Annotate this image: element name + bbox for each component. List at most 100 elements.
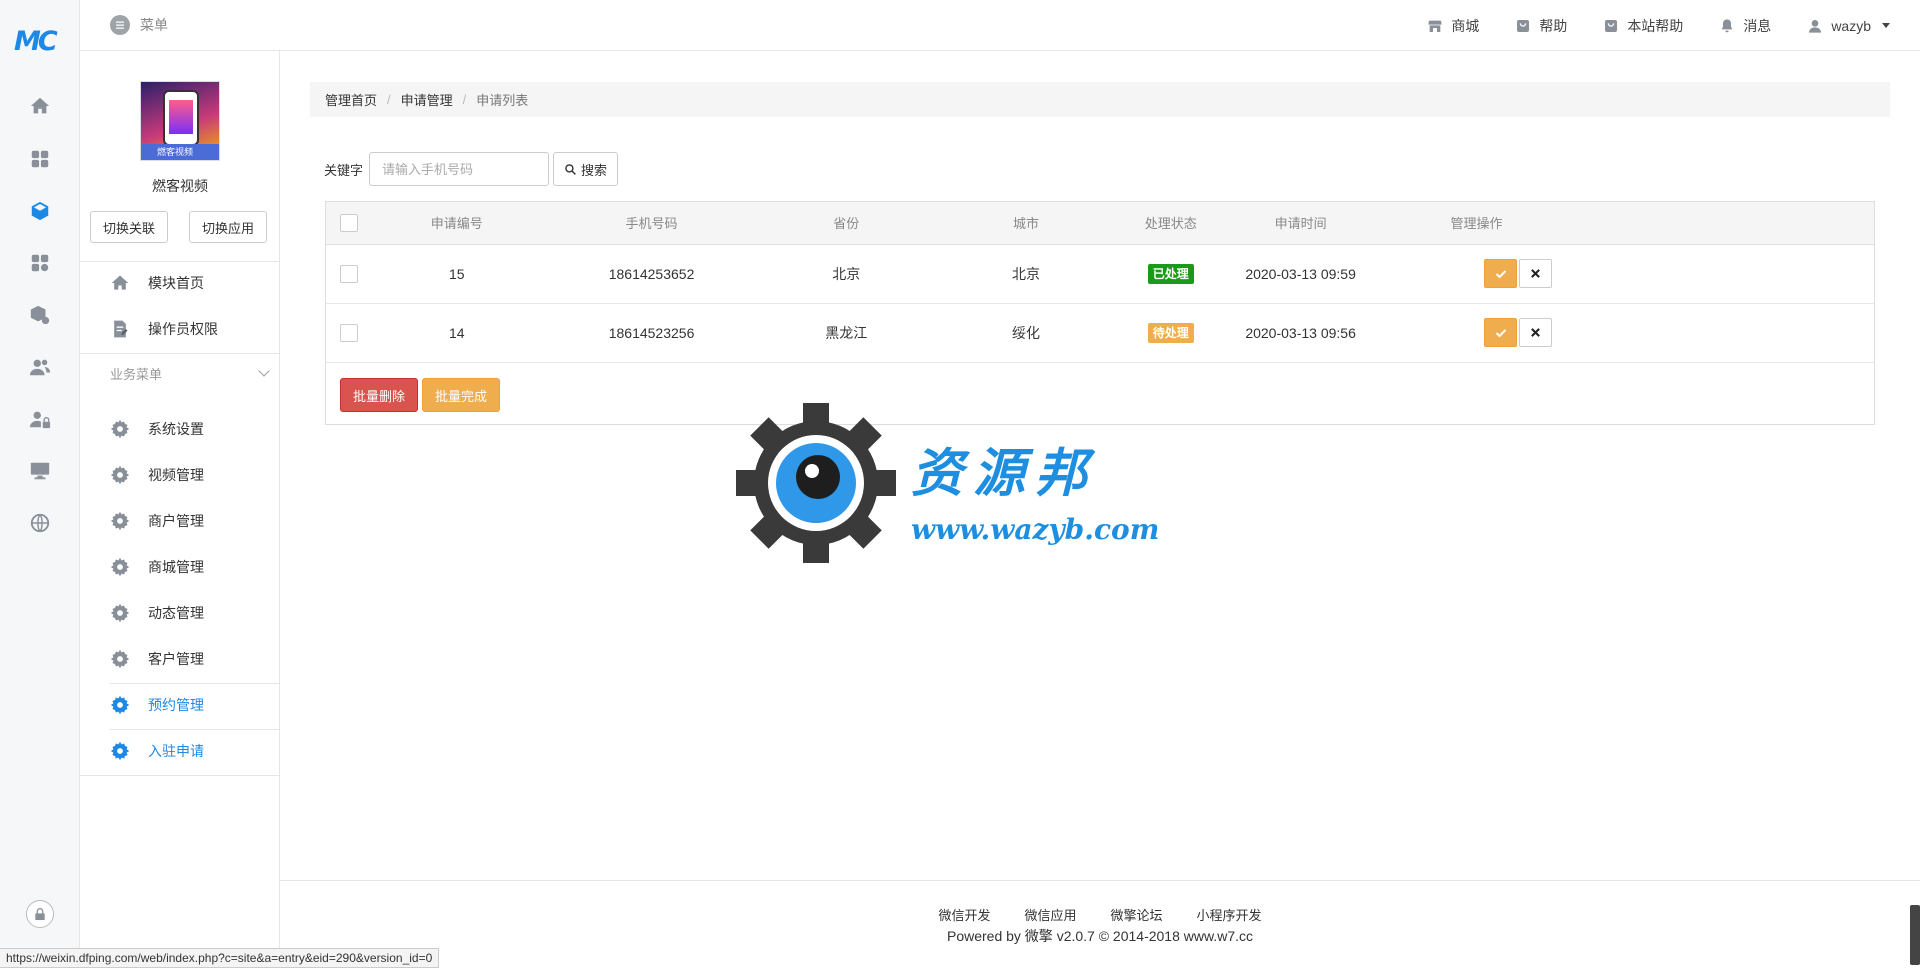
divider bbox=[80, 353, 280, 354]
table-row: 14 18614523256 黑龙江 绥化 待处理 2020-03-13 09:… bbox=[326, 303, 1874, 363]
phone-search-input[interactable] bbox=[369, 152, 550, 186]
footer-link-wechat-apps[interactable]: 微信应用 bbox=[1024, 905, 1076, 924]
watermark-url: www.wazyb.com bbox=[911, 513, 1160, 546]
approve-button[interactable] bbox=[1484, 259, 1518, 288]
sidebar-item-label: 入驻申请 bbox=[148, 743, 204, 759]
province: 黑龙江 bbox=[761, 303, 932, 363]
gear-icon bbox=[110, 649, 130, 669]
avatar-caption: 燃客视频 bbox=[141, 144, 219, 160]
column-header: 管理操作 bbox=[1380, 202, 1874, 245]
select-all-checkbox[interactable] bbox=[339, 213, 358, 232]
sidebar-item-label: 客户管理 bbox=[148, 651, 204, 667]
watermark-text: 资源邦 bbox=[911, 443, 1098, 504]
user-lock-icon[interactable] bbox=[22, 401, 58, 437]
delete-button[interactable] bbox=[1519, 259, 1553, 288]
sidebar-item-operator-permissions[interactable]: 操作员权限 bbox=[110, 307, 280, 351]
nav-store[interactable]: 商城 bbox=[1427, 16, 1479, 36]
footer-link-miniprogram[interactable]: 小程序开发 bbox=[1197, 905, 1262, 924]
approve-button[interactable] bbox=[1484, 318, 1518, 347]
gear-icon bbox=[110, 557, 130, 577]
switch-link-button[interactable]: 切换关联 bbox=[90, 211, 169, 243]
store-icon bbox=[1428, 20, 1442, 32]
bulk-delete-button[interactable]: 批量删除 bbox=[340, 378, 419, 412]
monitor-icon[interactable] bbox=[22, 453, 58, 489]
nav-help-label: 帮助 bbox=[1539, 17, 1568, 34]
chevron-down-icon bbox=[258, 365, 270, 377]
apps-gear-icon[interactable] bbox=[22, 245, 58, 281]
sidebar-item-booking-management[interactable]: 预约管理 bbox=[110, 683, 280, 727]
nav-messages-label: 消息 bbox=[1743, 17, 1772, 34]
search-button[interactable]: 搜索 bbox=[553, 152, 619, 186]
check-icon bbox=[1495, 328, 1507, 337]
status-badge: 已处理 bbox=[1147, 263, 1194, 284]
cube-icon[interactable] bbox=[22, 193, 58, 229]
user-menu[interactable]: wazyb bbox=[1807, 18, 1890, 34]
phone-number: 18614523256 bbox=[541, 303, 762, 363]
nav-messages[interactable]: 消息 bbox=[1719, 16, 1771, 36]
footer-link-forum[interactable]: 微擎论坛 bbox=[1111, 905, 1163, 924]
module-sidebar: 燃客视频 燃客视频 切换关联 切换应用 模块首页 操作员权限 业务菜单 系统设置… bbox=[80, 51, 280, 968]
column-header: 省份 bbox=[761, 202, 932, 245]
gear-icon bbox=[110, 695, 130, 715]
column-header: 手机号码 bbox=[541, 202, 762, 245]
gear-icon bbox=[110, 465, 130, 485]
nav-store-label: 商城 bbox=[1451, 17, 1480, 34]
sidebar-item-label: 商户管理 bbox=[148, 513, 204, 529]
sidebar-item-mall-management[interactable]: 商城管理 bbox=[110, 545, 280, 589]
menu-toggle[interactable]: 菜单 bbox=[110, 15, 168, 35]
nav-site-help[interactable]: 本站帮助 bbox=[1603, 16, 1683, 36]
table-row: 15 18614253652 北京 北京 已处理 2020-03-13 09:5… bbox=[326, 244, 1874, 304]
sidebar-item-label: 动态管理 bbox=[148, 605, 204, 621]
check-icon bbox=[1495, 269, 1507, 278]
sidebar-item-system-settings[interactable]: 系统设置 bbox=[110, 407, 280, 451]
application-table-panel: 申请编号 手机号码 省份 城市 处理状态 申请时间 管理操作 15 186142… bbox=[325, 201, 1875, 425]
breadcrumb-separator: / bbox=[462, 92, 467, 107]
delete-button[interactable] bbox=[1519, 318, 1553, 347]
city: 绥化 bbox=[931, 303, 1121, 363]
application-id: 15 bbox=[371, 244, 542, 304]
column-header: 处理状态 bbox=[1120, 202, 1221, 245]
bag-icon bbox=[1605, 19, 1618, 32]
column-header: 申请编号 bbox=[371, 202, 542, 245]
brand-logo[interactable]: MC bbox=[14, 26, 66, 60]
sidebar-item-label: 操作员权限 bbox=[148, 321, 218, 337]
sidebar-item-module-home[interactable]: 模块首页 bbox=[110, 261, 280, 305]
document-edit-icon bbox=[114, 320, 128, 338]
sidebar-item-customer-management[interactable]: 客户管理 bbox=[110, 637, 280, 681]
top-nav: 商城 帮助 本站帮助 消息 wazyb bbox=[1391, 0, 1890, 51]
home-icon bbox=[111, 275, 129, 290]
grid-icon[interactable] bbox=[22, 141, 58, 177]
footer-link-wechat-dev[interactable]: 微信开发 bbox=[938, 905, 990, 924]
sidebar-item-feed-management[interactable]: 动态管理 bbox=[110, 591, 280, 635]
application-time: 2020-03-13 09:56 bbox=[1220, 303, 1381, 363]
icon-rail: MC bbox=[0, 0, 80, 968]
sidebar-item-video-management[interactable]: 视频管理 bbox=[110, 453, 280, 497]
breadcrumb-application-management[interactable]: 申请管理 bbox=[401, 90, 453, 109]
box-gear-icon[interactable] bbox=[22, 297, 58, 333]
user-icon bbox=[1809, 19, 1822, 33]
sidebar-item-label: 视频管理 bbox=[148, 467, 204, 483]
home-icon[interactable] bbox=[22, 88, 58, 124]
search-button-label: 搜索 bbox=[581, 162, 608, 178]
bell-icon bbox=[1721, 18, 1733, 32]
status-badge: 待处理 bbox=[1147, 322, 1194, 343]
globe-icon[interactable] bbox=[22, 505, 58, 541]
row-checkbox[interactable] bbox=[339, 264, 358, 283]
business-menu-group[interactable]: 业务菜单 bbox=[110, 363, 280, 383]
users-icon[interactable] bbox=[22, 349, 58, 385]
sidebar-item-merchant-management[interactable]: 商户管理 bbox=[110, 499, 280, 543]
sidebar-item-join-application[interactable]: 入驻申请 bbox=[110, 729, 280, 773]
scrollbar-thumb[interactable] bbox=[1910, 905, 1920, 965]
bulk-complete-button[interactable]: 批量完成 bbox=[422, 378, 501, 412]
nav-site-help-label: 本站帮助 bbox=[1627, 17, 1684, 34]
bag-icon bbox=[1517, 19, 1530, 32]
nav-help[interactable]: 帮助 bbox=[1515, 16, 1567, 36]
lock-icon[interactable] bbox=[26, 900, 54, 928]
top-bar: 菜单 商城 帮助 本站帮助 消息 wazyb bbox=[80, 0, 1920, 51]
row-checkbox[interactable] bbox=[339, 323, 358, 342]
switch-app-button[interactable]: 切换应用 bbox=[189, 211, 268, 243]
breadcrumb-home[interactable]: 管理首页 bbox=[325, 90, 377, 109]
city: 北京 bbox=[931, 244, 1121, 304]
user-name: wazyb bbox=[1831, 17, 1871, 34]
province: 北京 bbox=[761, 244, 932, 304]
